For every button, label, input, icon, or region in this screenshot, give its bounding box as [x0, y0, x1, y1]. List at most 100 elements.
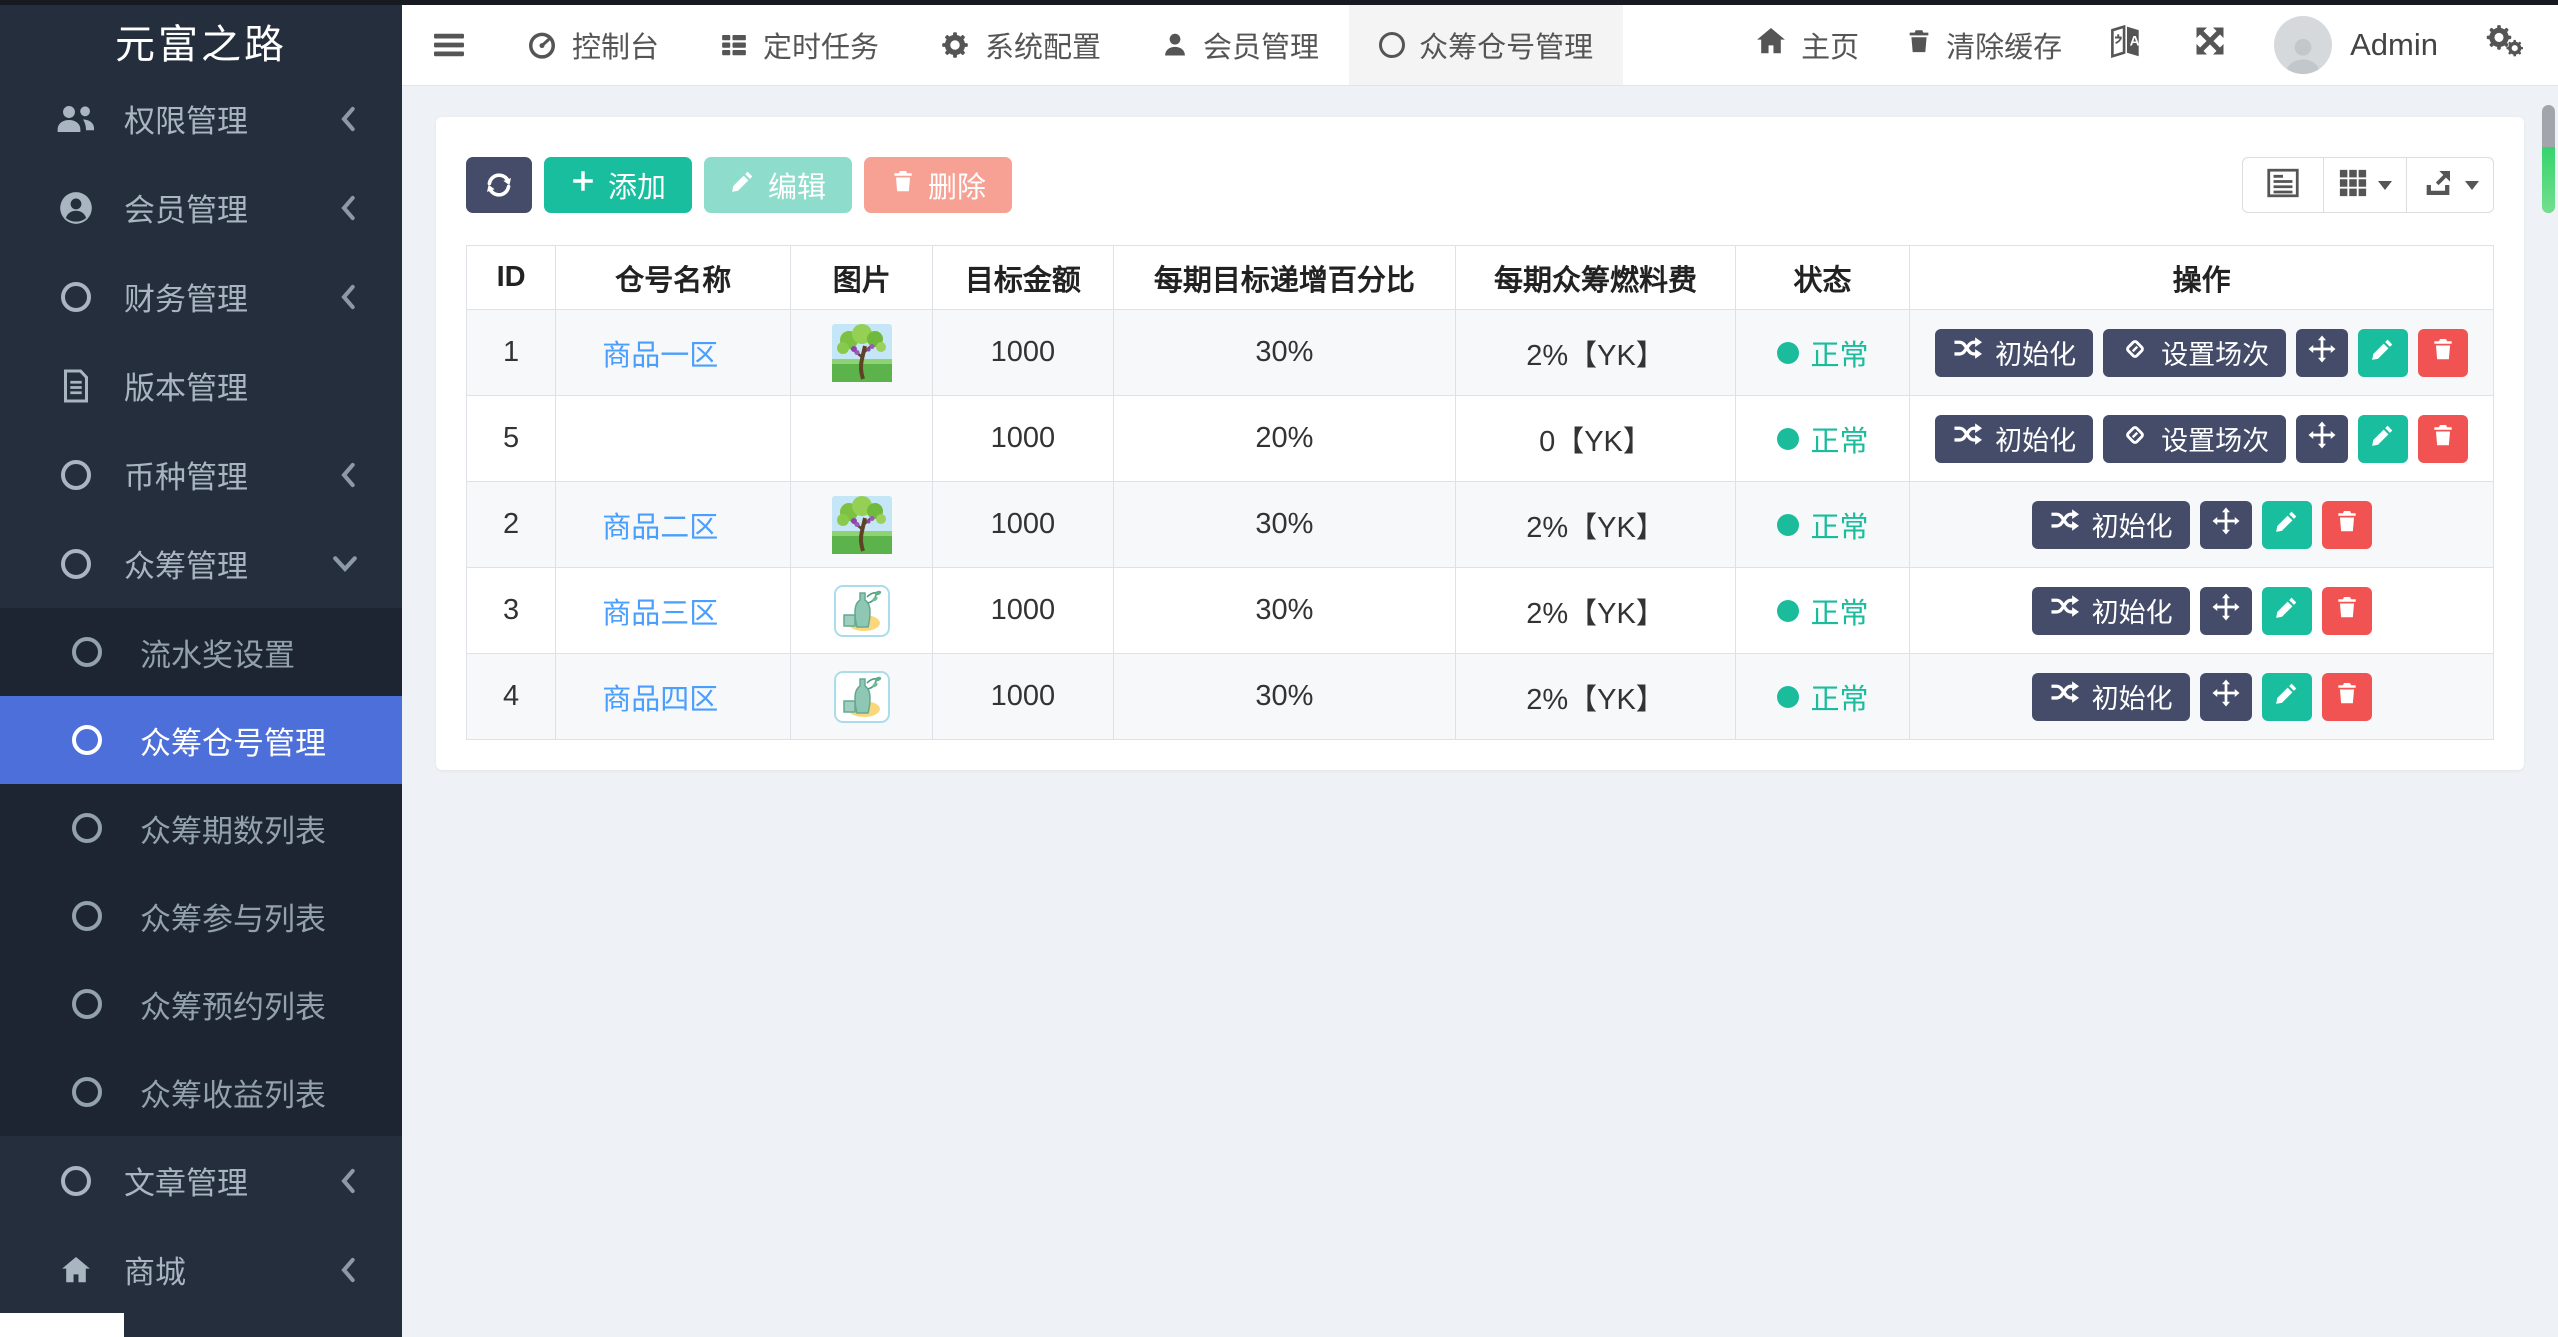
initialize-button[interactable]: 初始化 [1935, 328, 2094, 377]
sidebar-subitem-period-list[interactable]: 众筹期数列表 [0, 784, 402, 872]
col-header-image: 图片 [790, 245, 934, 310]
sidebar-item-mall[interactable]: 商城 [0, 1225, 402, 1314]
settings-button[interactable] [2484, 23, 2524, 67]
drag-sort-button[interactable] [2296, 328, 2349, 377]
circle-icon [72, 1077, 120, 1107]
drag-sort-button[interactable] [2199, 672, 2252, 721]
drag-sort-button[interactable] [2199, 586, 2252, 635]
sidebar-toggle-button[interactable] [402, 5, 496, 85]
tree-thumbnail-image[interactable] [831, 495, 892, 554]
table-row: 4 商品四区 1000 30% 2%【YK】 正常 初始化 [465, 653, 2494, 740]
pencil-icon [2274, 508, 2300, 541]
cell-fuel-fee: 2%【YK】 [1455, 309, 1736, 396]
move-icon [2307, 420, 2337, 457]
drag-sort-button[interactable] [2296, 414, 2349, 463]
delete-button[interactable]: 删除 [864, 157, 1013, 213]
sidebar-item-permissions[interactable]: 权限管理 [0, 74, 402, 163]
detail-view-button[interactable] [2242, 157, 2324, 213]
tab-scheduled-tasks[interactable]: 定时任务 [689, 5, 909, 85]
cell-increment-percent: 30% [1112, 309, 1457, 396]
tab-dashboard[interactable]: 控制台 [496, 5, 689, 85]
add-button[interactable]: 添加 [544, 157, 693, 213]
set-sessions-button[interactable]: 设置场次 [2103, 328, 2287, 377]
language-button[interactable]: A [2108, 23, 2146, 67]
cell-status: 正常 [1734, 481, 1911, 568]
row-edit-button[interactable] [2261, 500, 2312, 549]
status-badge: 正常 [1776, 418, 1869, 460]
set-sessions-button[interactable]: 设置场次 [2103, 414, 2287, 463]
row-delete-button[interactable] [2321, 500, 2372, 549]
home-label: 主页 [1801, 32, 1860, 64]
cell-image [790, 481, 934, 568]
col-header-name: 仓号名称 [555, 245, 792, 310]
row-edit-button[interactable] [2261, 672, 2312, 721]
sidebar-item-label: 文章管理 [124, 1166, 248, 1201]
cell-target-amount: 1000 [932, 567, 1114, 654]
fullscreen-icon [2192, 23, 2228, 67]
warehouse-name-link[interactable]: 商品一区 [602, 340, 718, 372]
row-delete-button[interactable] [2418, 414, 2469, 463]
sidebar-subitem-flow-reward[interactable]: 流水奖设置 [0, 608, 402, 696]
home-link[interactable]: 主页 [1754, 24, 1859, 66]
table-row: 2 商品二区 1000 30% 2%【YK】 正常 初始化 [465, 481, 2494, 568]
sidebar-item-label: 会员管理 [124, 193, 248, 228]
move-icon [2211, 678, 2241, 715]
initialize-button[interactable]: 初始化 [2031, 586, 2190, 635]
sidebar-item-versions[interactable]: 版本管理 [0, 341, 402, 430]
cell-warehouse-name: 商品三区 [555, 567, 792, 654]
cell-increment-percent: 30% [1112, 653, 1457, 740]
scrollbar-thumb[interactable] [2542, 105, 2555, 213]
col-header-target-amount: 目标金额 [932, 245, 1114, 310]
tab-system-config[interactable]: 系统配置 [909, 5, 1131, 85]
user-menu[interactable]: Admin [2274, 16, 2438, 74]
sidebar-subitem-warehouse-management[interactable]: 众筹仓号管理 [0, 696, 402, 784]
chevron-left-icon [338, 194, 358, 222]
trash-icon [2334, 593, 2360, 628]
refresh-button[interactable] [466, 157, 532, 213]
tree-thumbnail-image[interactable] [831, 323, 892, 382]
warehouse-name-link[interactable]: 商品三区 [602, 598, 718, 630]
cell-id: 4 [465, 653, 557, 740]
sidebar-item-members[interactable]: 会员管理 [0, 163, 402, 252]
table-row: 1 商品一区 1000 30% 2%【YK】 正常 初始化 设置场次 [465, 309, 2494, 396]
sidebar-subitem-reservation-list[interactable]: 众筹预约列表 [0, 960, 402, 1048]
warehouse-name-link[interactable]: 商品四区 [602, 684, 718, 716]
avatar [2274, 16, 2333, 74]
fullscreen-button[interactable] [2192, 23, 2228, 67]
sidebar-subitem-participation-list[interactable]: 众筹参与列表 [0, 872, 402, 960]
sidebar-item-finance[interactable]: 财务管理 [0, 252, 402, 341]
initialize-button[interactable]: 初始化 [2031, 672, 2190, 721]
row-edit-button[interactable] [2358, 414, 2409, 463]
warehouse-name-link[interactable]: 商品二区 [602, 512, 718, 544]
cell-image [790, 395, 934, 482]
export-icon [2421, 167, 2455, 204]
cell-actions: 初始化 [1909, 481, 2494, 568]
clear-cache-label: 清除缓存 [1946, 32, 2063, 64]
columns-button[interactable] [2323, 157, 2407, 213]
tab-warehouse-management[interactable]: 众筹仓号管理 [1349, 5, 1624, 85]
drag-sort-button[interactable] [2199, 500, 2252, 549]
row-edit-button[interactable] [2261, 586, 2312, 635]
tab-member-management[interactable]: 会员管理 [1131, 5, 1349, 85]
status-dot-icon [1776, 427, 1799, 450]
edit-button[interactable]: 编辑 [704, 157, 853, 213]
export-button[interactable] [2406, 157, 2494, 213]
sidebar-item-articles[interactable]: 文章管理 [0, 1136, 402, 1225]
row-edit-button[interactable] [2358, 328, 2409, 377]
sidebar-item-currencies[interactable]: 币种管理 [0, 430, 402, 519]
initialize-button[interactable]: 初始化 [2031, 500, 2190, 549]
sidebar-item-crowdfunding[interactable]: 众筹管理 [0, 519, 402, 608]
bottle-thumbnail-image[interactable] [833, 670, 890, 723]
sidebar-item-label: 权限管理 [124, 104, 248, 139]
bottle-thumbnail-image[interactable] [833, 584, 890, 637]
row-delete-button[interactable] [2321, 672, 2372, 721]
row-delete-button[interactable] [2321, 586, 2372, 635]
clear-cache-button[interactable]: 清除缓存 [1905, 24, 2062, 66]
row-delete-button[interactable] [2418, 328, 2469, 377]
pencil-icon [2274, 680, 2300, 713]
initialize-button[interactable]: 初始化 [1935, 414, 2094, 463]
tag-icon [2120, 420, 2150, 457]
cell-id: 3 [465, 567, 557, 654]
home-icon [1754, 26, 1788, 64]
sidebar-subitem-income-list[interactable]: 众筹收益列表 [0, 1048, 402, 1136]
